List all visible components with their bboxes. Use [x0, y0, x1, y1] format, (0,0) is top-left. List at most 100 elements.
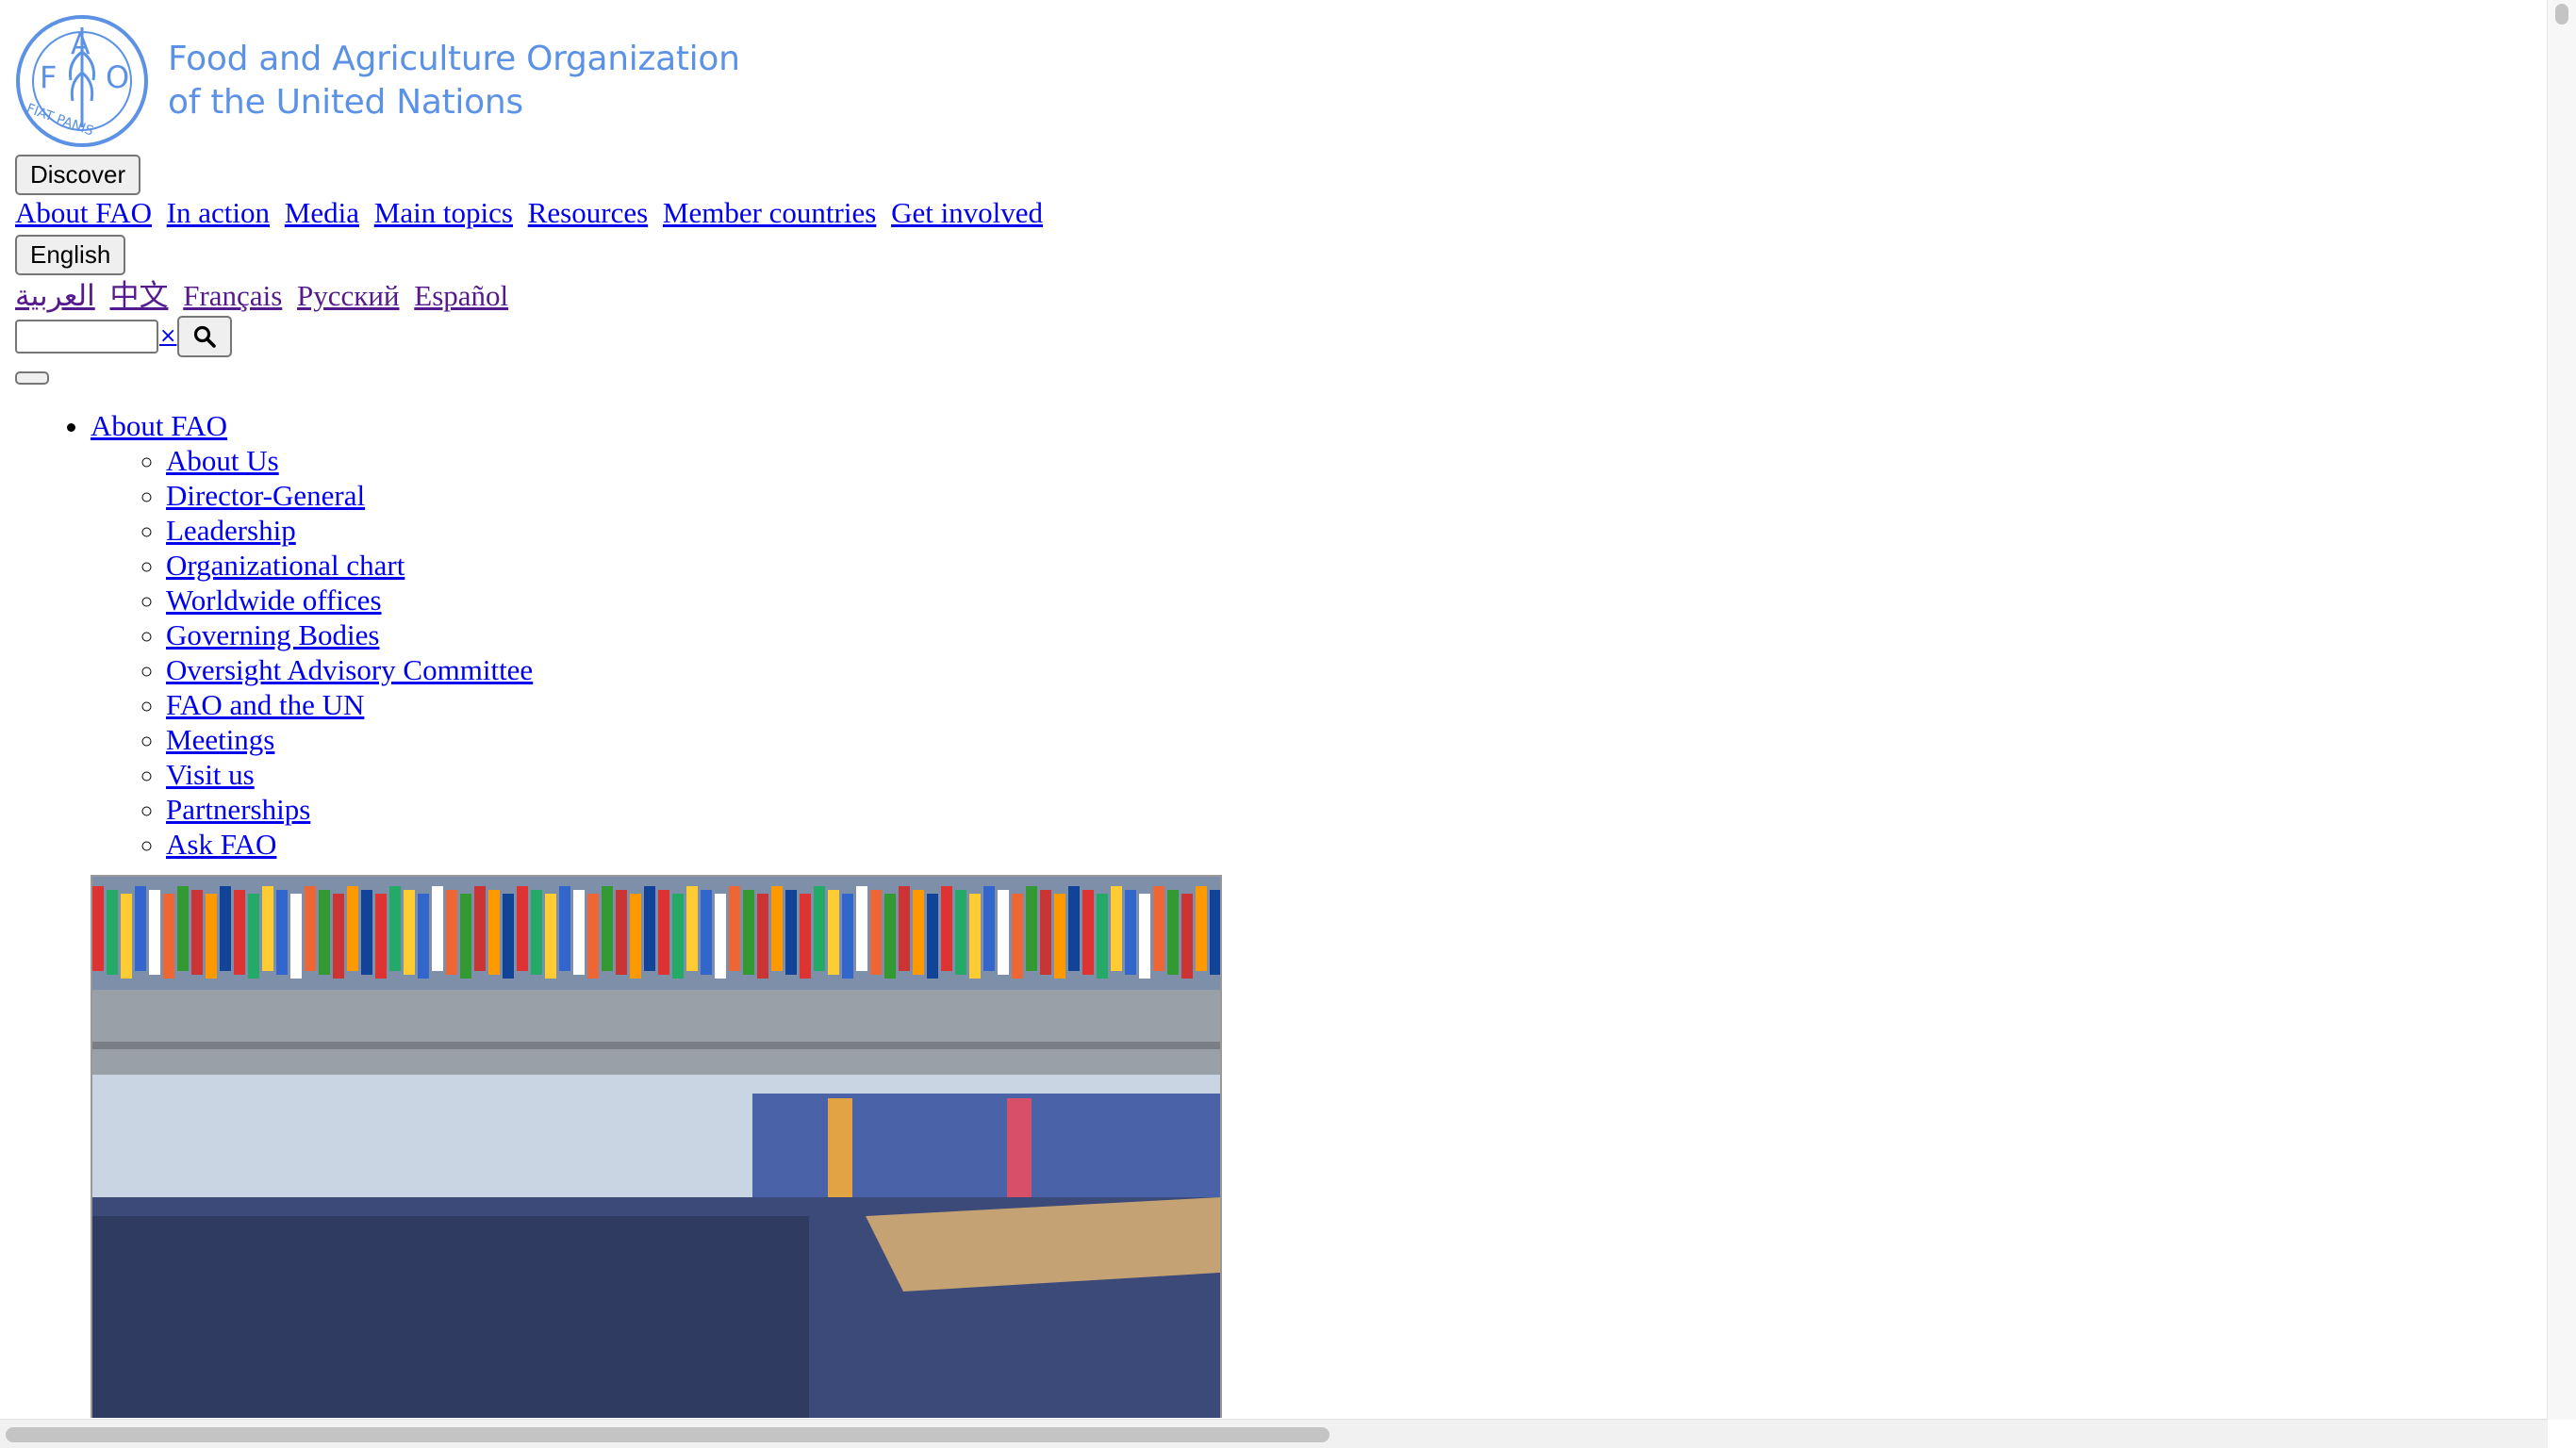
submenu-item: Visit us — [166, 757, 2542, 792]
nav-media[interactable]: Media — [285, 196, 359, 229]
flag-stripe — [290, 894, 302, 979]
flag-stripe — [658, 890, 669, 975]
flag-stripe — [1139, 894, 1150, 979]
flag-stripe — [191, 890, 203, 975]
language-arabic[interactable]: العربية — [15, 279, 95, 312]
flag-stripe — [1111, 886, 1122, 971]
submenu-item: Director-General — [166, 478, 2542, 513]
submenu-item: Ask FAO — [166, 827, 2542, 862]
flag-stripe — [856, 886, 867, 971]
flag-stripe — [800, 894, 811, 979]
flag-stripe — [573, 890, 585, 975]
vertical-scroll-thumb[interactable] — [2555, 4, 2568, 25]
flag-stripe — [743, 890, 754, 975]
discover-button[interactable]: Discover — [15, 155, 141, 195]
flag-stripe — [503, 894, 514, 979]
nav-resources[interactable]: Resources — [528, 196, 648, 229]
flag-stripe — [107, 890, 118, 975]
submenu-about-us[interactable]: About Us — [166, 444, 279, 477]
flag-stripe — [616, 890, 627, 975]
vertical-scrollbar[interactable] — [2547, 0, 2576, 1420]
organization-name-line2: of the United Nations — [168, 83, 523, 122]
flag-stripe — [672, 894, 684, 979]
submenu-oversight-advisory-committee[interactable]: Oversight Advisory Committee — [166, 653, 533, 686]
submenu-item: Partnerships — [166, 792, 2542, 827]
submenu-ask-fao[interactable]: Ask FAO — [166, 828, 276, 861]
language-button[interactable]: English — [15, 235, 126, 275]
nav-get-involved[interactable]: Get involved — [891, 196, 1043, 229]
main-nav: About FAO In action Media Main topics Re… — [15, 195, 2542, 231]
flag-stripe — [1082, 890, 1094, 975]
flag-stripe — [121, 894, 132, 979]
flag-stripe — [488, 890, 500, 975]
flag-stripe — [559, 886, 570, 971]
flag-stripe — [432, 886, 443, 971]
flag-stripe — [262, 886, 273, 971]
flag-stripe — [418, 894, 429, 979]
flag-stripe — [715, 894, 726, 979]
horizontal-scroll-thumb[interactable] — [6, 1427, 1329, 1442]
flag-stripe — [998, 890, 1009, 975]
menu-toggle-button[interactable] — [15, 371, 49, 385]
submenu-item: Oversight Advisory Committee — [166, 652, 2542, 687]
flag-stripe — [347, 886, 358, 971]
flag-stripe — [884, 894, 896, 979]
organization-name-line1: Food and Agriculture Organization — [168, 40, 740, 78]
flag-stripe — [983, 886, 995, 971]
flag-stripe — [1181, 894, 1193, 979]
flag-stripe — [517, 886, 528, 971]
flag-stripe — [319, 890, 330, 975]
submenu-item: About Us — [166, 443, 2542, 478]
nav-in-action[interactable]: In action — [167, 196, 270, 229]
language-chinese[interactable]: 中文 — [109, 279, 168, 312]
submenu-director-general[interactable]: Director-General — [166, 479, 365, 512]
clear-search-link[interactable]: × — [159, 320, 176, 354]
fao-logo-icon[interactable]: F A O FIAT PANIS — [15, 14, 149, 148]
flag-stripe — [913, 890, 924, 975]
submenu-fao-and-the-un[interactable]: FAO and the UN — [166, 688, 364, 721]
submenu-item: FAO and the UN — [166, 687, 2542, 722]
page: F A O FIAT PANIS Food and Agriculture Or… — [15, 13, 2542, 1418]
flag-stripe — [177, 886, 189, 971]
submenu-worldwide-offices[interactable]: Worldwide offices — [166, 584, 382, 617]
language-french[interactable]: Français — [183, 279, 282, 312]
submenu-visit-us[interactable]: Visit us — [166, 758, 255, 791]
nav-main-topics[interactable]: Main topics — [374, 196, 513, 229]
conference-hall-image[interactable] — [91, 875, 1222, 1418]
submenu-organizational-chart[interactable]: Organizational chart — [166, 549, 405, 582]
submenu-leadership[interactable]: Leadership — [166, 514, 296, 547]
submenu-governing-bodies[interactable]: Governing Bodies — [166, 618, 379, 651]
submenu-partnerships[interactable]: Partnerships — [166, 793, 310, 826]
organization-name[interactable]: Food and Agriculture Organization of the… — [168, 38, 740, 124]
flag-stripe — [701, 890, 712, 975]
flag-stripe — [941, 886, 952, 971]
flag-stripe — [149, 890, 160, 975]
language-russian[interactable]: Русский — [297, 279, 400, 312]
nav-about-fao[interactable]: About FAO — [15, 196, 152, 229]
flag-stripe — [545, 894, 556, 979]
flag-stripe — [1054, 894, 1065, 979]
flag-stripe — [686, 886, 698, 971]
flag-stripe — [771, 886, 783, 971]
flag-stripe — [135, 886, 146, 971]
flag-stripe — [927, 894, 938, 979]
language-spanish[interactable]: Español — [414, 279, 508, 312]
horizontal-scrollbar[interactable] — [0, 1419, 2548, 1448]
flag-stripe — [1125, 890, 1136, 975]
flag-stripe — [1210, 890, 1220, 975]
flag-stripe — [1097, 894, 1108, 979]
submenu-item: Leadership — [166, 513, 2542, 548]
flag-stripe — [630, 894, 641, 979]
flag-stripe — [248, 894, 259, 979]
search-button[interactable] — [177, 316, 233, 357]
submenu-meetings[interactable]: Meetings — [166, 723, 274, 756]
flag-stripe — [1026, 886, 1037, 971]
search-input[interactable] — [15, 320, 158, 354]
menu-link-about-fao[interactable]: About FAO — [91, 409, 227, 442]
flag-stripe — [1153, 886, 1164, 971]
nav-member-countries[interactable]: Member countries — [663, 196, 876, 229]
language-links: العربية 中文 Français Русский Español — [15, 275, 2542, 315]
flag-stripe — [234, 890, 245, 975]
header-brand: F A O FIAT PANIS Food and Agriculture Or… — [15, 13, 2542, 149]
flag-stripe — [404, 890, 415, 975]
